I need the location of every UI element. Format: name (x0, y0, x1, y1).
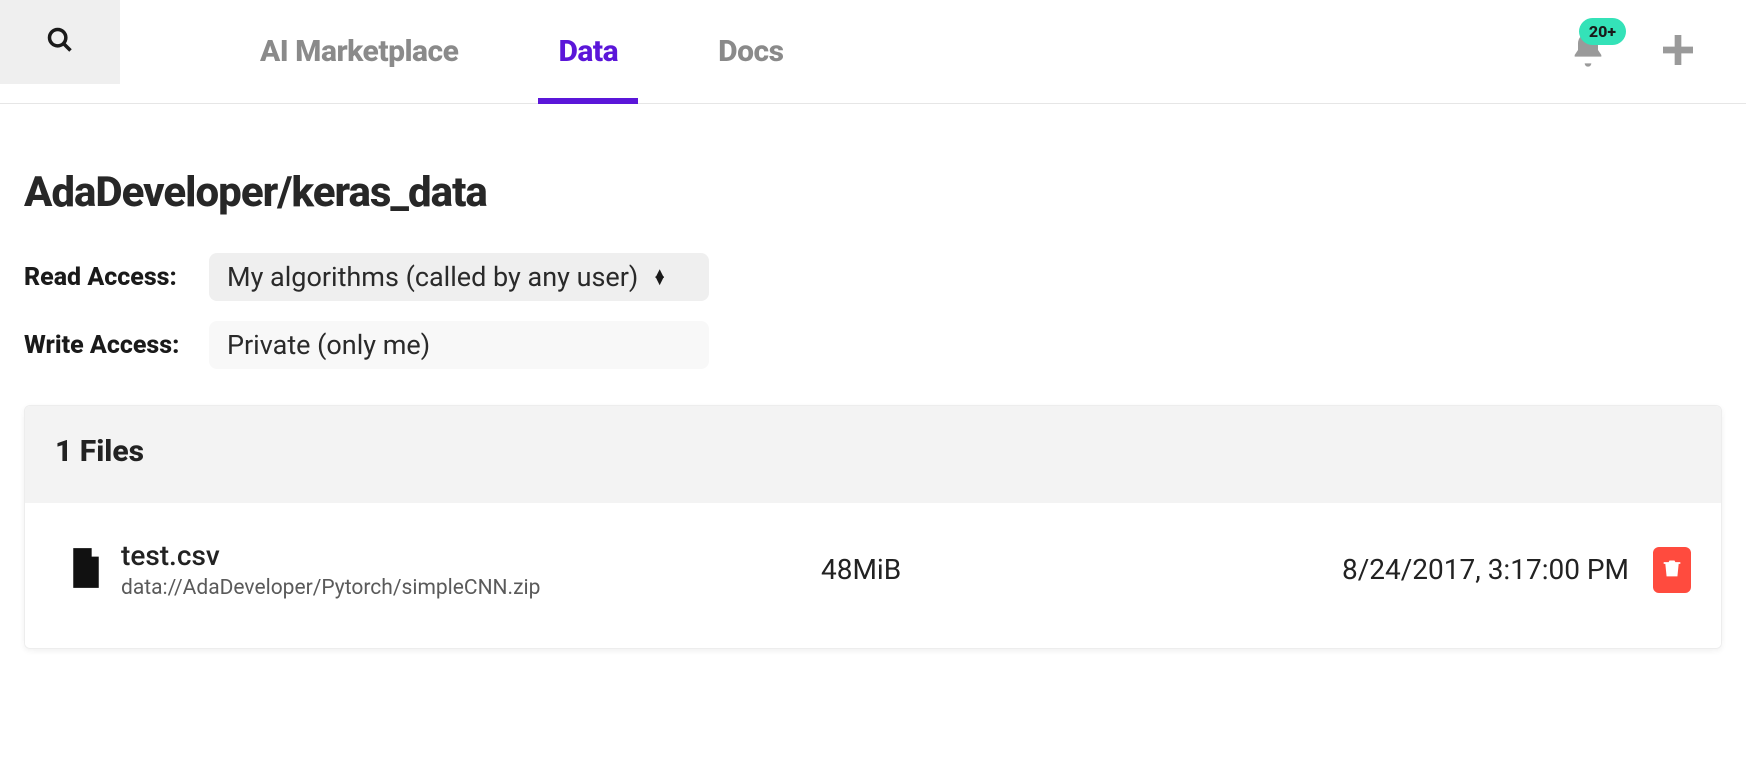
write-access-label: Write Access: (24, 331, 209, 360)
tab-docs[interactable]: Docs (698, 0, 803, 103)
nav-right: 20+ (1568, 0, 1746, 103)
write-access-row: Write Access: Private (only me) (24, 321, 1722, 369)
read-access-row: Read Access: My algorithms (called by an… (24, 253, 1722, 301)
files-panel: 1 Files test.csv data://AdaDeveloper/Pyt… (24, 405, 1722, 649)
tab-label: Docs (718, 34, 783, 69)
file-row[interactable]: test.csv data://AdaDeveloper/Pytorch/sim… (25, 503, 1721, 648)
file-info: test.csv data://AdaDeveloper/Pytorch/sim… (121, 539, 821, 600)
add-button[interactable] (1658, 30, 1698, 74)
read-access-value: My algorithms (called by any user) (227, 261, 638, 293)
write-access-value: Private (only me) (227, 329, 430, 361)
file-date: 8/24/2017, 3:17:00 PM (1342, 553, 1629, 586)
file-size: 48MiB (821, 553, 1061, 586)
files-header: 1 Files (25, 406, 1721, 503)
file-path: data://AdaDeveloper/Pytorch/simpleCNN.zi… (121, 576, 821, 600)
delete-button[interactable] (1653, 547, 1691, 593)
read-access-select[interactable]: My algorithms (called by any user) ▲▼ (209, 253, 709, 301)
tab-label: AI Marketplace (260, 34, 458, 69)
notifications-button[interactable]: 20+ (1568, 30, 1608, 74)
bell-icon (1568, 55, 1608, 74)
nav-tabs: AI Marketplace Data Docs (240, 0, 804, 103)
file-icon (69, 548, 103, 592)
notification-badge: 20+ (1579, 18, 1626, 45)
search-icon (46, 26, 74, 58)
search-button[interactable] (0, 0, 120, 84)
file-name: test.csv (121, 539, 821, 572)
tab-ai-marketplace[interactable]: AI Marketplace (240, 0, 478, 103)
main-content: AdaDeveloper/keras_data Read Access: My … (0, 104, 1746, 689)
read-access-label: Read Access: (24, 263, 209, 292)
tab-data[interactable]: Data (538, 0, 638, 103)
tab-label: Data (558, 34, 618, 69)
top-nav: AI Marketplace Data Docs 20+ (0, 0, 1746, 104)
trash-icon (1662, 556, 1682, 584)
page-title: AdaDeveloper/keras_data (24, 168, 1722, 217)
write-access-select[interactable]: Private (only me) (209, 321, 709, 369)
sort-icon: ▲▼ (652, 270, 667, 284)
plus-icon (1658, 55, 1698, 74)
